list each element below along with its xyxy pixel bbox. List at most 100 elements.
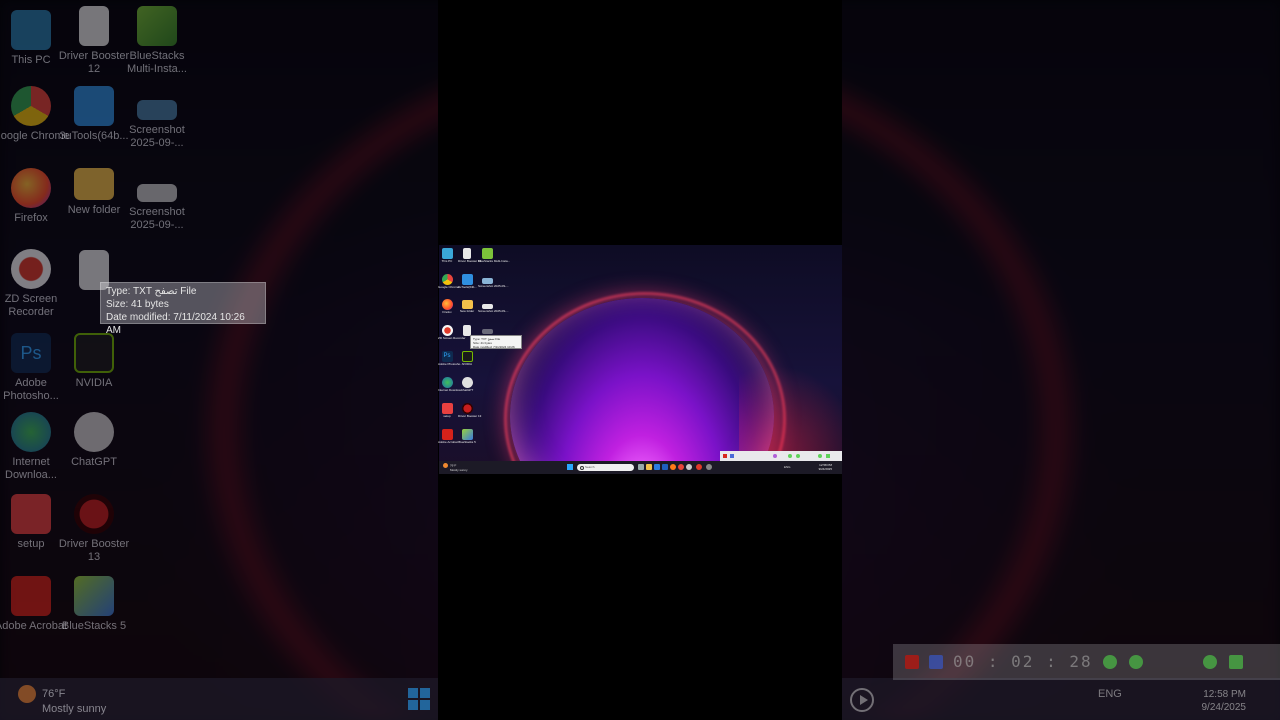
desktop-icon-zd-recorder[interactable]: ZD Screen Recorder — [438, 325, 466, 340]
taskbar-clock[interactable]: 12:58 PM 9/24/2025 — [812, 463, 832, 471]
chrome-icon — [441, 274, 453, 285]
nvidia-icon — [461, 351, 473, 362]
play-icon — [850, 688, 874, 712]
chatgpt-taskbar-icon[interactable] — [686, 464, 692, 470]
desktop-icon-setup[interactable]: setup — [438, 403, 456, 418]
chatgpt-icon — [461, 377, 473, 388]
bluestacks-icon — [137, 6, 177, 46]
store-icon[interactable] — [654, 464, 660, 470]
desktop-screen — [439, 245, 842, 474]
recorder-taskbar-icon[interactable] — [696, 464, 702, 470]
desktop-icon-driver-booster-13[interactable]: Driver Booster 13 — [458, 403, 481, 418]
sun-icon — [443, 463, 448, 468]
bg-desktop-icon-chatgpt: ChatGPT — [55, 412, 133, 469]
acrobat-icon — [11, 576, 51, 616]
recorder-icon — [441, 325, 453, 336]
desktop-icon-new-folder[interactable]: New folder — [458, 300, 476, 313]
bluestacks-icon — [481, 248, 493, 259]
desktop-icon-bluestacks-multi[interactable]: BlueStacks Multi-Insta... — [478, 248, 510, 263]
volume-toggle[interactable] — [788, 454, 792, 458]
desktop-icon-acrobat[interactable]: Adobe Acrobat — [438, 429, 458, 444]
stop-icon — [905, 655, 919, 669]
pause-button[interactable] — [730, 454, 734, 458]
3utools-icon — [461, 274, 473, 285]
firefox-taskbar-icon[interactable] — [670, 464, 676, 470]
mic-toggle[interactable] — [796, 454, 800, 458]
word-icon[interactable] — [662, 464, 668, 470]
chrome-icon — [11, 86, 51, 126]
bg-recorder-toolbar: 00 : 02 : 28 — [893, 644, 1280, 680]
desktop-icon-driver-booster-12[interactable]: Driver Booster 12 — [458, 248, 481, 263]
pause-icon — [929, 655, 943, 669]
chrome-taskbar-icon[interactable] — [678, 464, 684, 470]
desktop-icon-photoshop[interactable]: Ps Adobe Photosho... — [438, 351, 463, 366]
stop-button[interactable] — [723, 454, 727, 458]
driver-booster-icon — [74, 494, 114, 534]
image-icon — [137, 100, 177, 120]
setup-icon — [11, 494, 51, 534]
bg-desktop-icon-driver-booster-13: Driver Booster 13 — [55, 494, 133, 564]
folder-icon — [461, 300, 473, 309]
desktop-icon-firefox[interactable]: Firefox — [438, 299, 456, 314]
firefox-icon — [441, 299, 453, 310]
file-explorer-icon[interactable] — [646, 464, 652, 470]
bg-desktop-icon-nvidia: NVIDIA — [55, 333, 133, 390]
camera-icon[interactable] — [773, 454, 777, 458]
idm-icon — [11, 412, 51, 452]
bg-weather-widget: 76°F Mostly sunny — [18, 685, 106, 716]
bg-language-indicator: ENG — [1098, 688, 1122, 700]
driver-booster-icon — [461, 403, 473, 414]
nvidia-icon — [74, 333, 114, 373]
recorder-icon — [11, 249, 51, 289]
bg-desktop-icon-bluestacks-multi: BlueStacks Multi-Insta... — [118, 6, 196, 76]
photoshop-icon: Ps — [441, 351, 453, 362]
recorder-toolbar — [720, 451, 842, 461]
desktop-icon-screenshot-1[interactable]: Screenshot 2025-09-... — [478, 278, 509, 288]
task-view-icon[interactable] — [638, 464, 644, 470]
image-icon — [481, 329, 493, 334]
start-button[interactable] — [567, 464, 573, 470]
bg-desktop-icon-screenshot-2: Screenshot 2025-09-... — [118, 184, 196, 232]
desktop-icon-bluestacks-5[interactable]: BlueStacks 5 — [458, 429, 476, 444]
file-icon — [463, 248, 471, 259]
image-icon — [137, 184, 177, 202]
desktop-icon-nvidia[interactable]: NVIDIA — [458, 351, 476, 366]
fullscreen-icon — [1229, 655, 1243, 669]
bg-desktop-icon-bluestacks-5: BlueStacks 5 — [55, 576, 133, 633]
folder-icon — [74, 168, 114, 200]
bg-clock: 12:58 PM 9/24/2025 — [1201, 689, 1247, 713]
fullscreen-toggle[interactable] — [826, 454, 830, 458]
acrobat-icon — [441, 429, 453, 440]
idm-icon — [441, 377, 453, 388]
desktop-icon-screenshot-2[interactable]: Screenshot 2025-09-... — [478, 304, 509, 313]
sun-icon — [18, 685, 36, 703]
monitor-icon — [11, 10, 51, 50]
bluestacks-icon — [461, 429, 473, 440]
cursor-toggle[interactable] — [818, 454, 822, 458]
bg-windows-start-icon — [408, 688, 430, 710]
desktop-icon-3utools[interactable]: 3uTools(64b... — [458, 274, 477, 289]
desktop-icon-idm[interactable]: Internet Downloa... — [438, 377, 463, 392]
desktop-icon-screenshot-3[interactable] — [478, 329, 496, 334]
file-icon — [79, 6, 109, 46]
taskbar-search[interactable]: Search — [577, 464, 634, 471]
bluestacks-icon — [74, 576, 114, 616]
bg-file-tooltip: Type: TXT تصفح File Size: 41 bytes Date … — [100, 282, 266, 336]
media-play-icon[interactable] — [706, 464, 712, 470]
cursor-icon — [1203, 655, 1217, 669]
photoshop-icon: Ps — [11, 333, 51, 373]
volume-icon — [1103, 655, 1117, 669]
file-tooltip: Type: TXT تصفح File Size: 41 bytes Date … — [470, 335, 522, 353]
bg-desktop-icon-screenshot-1: Screenshot 2025-09-... — [118, 100, 196, 150]
monitor-icon — [441, 248, 453, 259]
firefox-icon — [11, 168, 51, 208]
mic-icon — [1129, 655, 1143, 669]
desktop-icon-chrome[interactable]: Google Chrome — [438, 274, 459, 289]
desktop-icon-this-pc[interactable]: This PC — [438, 248, 456, 263]
weather-widget[interactable]: 76°F Mostly sunny — [443, 463, 468, 472]
desktop-icon-chatgpt[interactable]: ChatGPT — [458, 377, 476, 392]
chatgpt-icon — [74, 412, 114, 452]
setup-icon — [441, 403, 453, 414]
language-indicator[interactable]: ENG — [784, 465, 791, 469]
3utools-icon — [74, 86, 114, 126]
